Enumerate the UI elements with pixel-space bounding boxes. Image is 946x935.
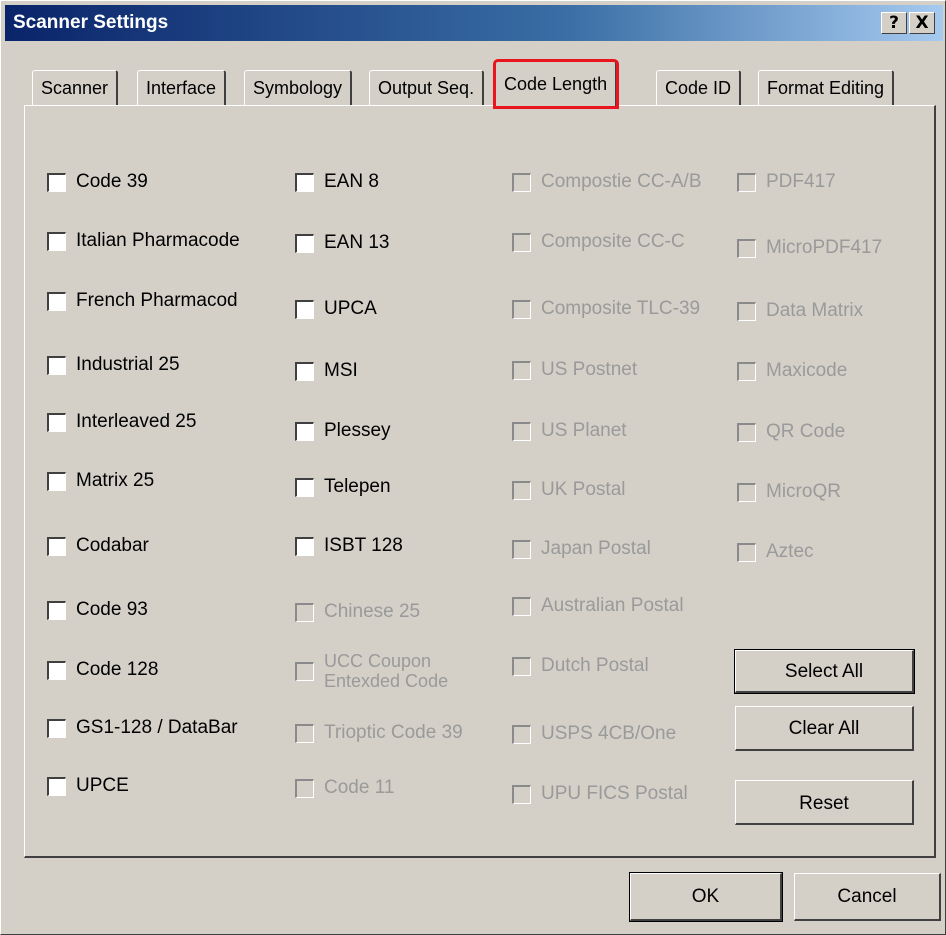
tab-format-editing[interactable]: Format Editing — [758, 70, 895, 106]
checkbox-box[interactable] — [737, 542, 756, 562]
checkbox-box[interactable] — [47, 536, 66, 556]
checkbox-industrial-25[interactable]: Industrial 25 — [47, 354, 180, 376]
tab-symbology[interactable]: Symbology — [244, 70, 353, 106]
help-button[interactable]: ? — [881, 12, 907, 34]
checkbox-box[interactable] — [47, 776, 66, 796]
checkbox-msi[interactable]: MSI — [295, 360, 358, 382]
checkbox-microqr[interactable]: MicroQR — [737, 481, 841, 503]
checkbox-box[interactable] — [737, 361, 756, 381]
scanner-settings-dialog: Scanner Settings ? X Scanner Interface S… — [0, 0, 946, 935]
checkbox-box[interactable] — [47, 231, 66, 251]
checkbox-box[interactable] — [295, 172, 314, 192]
checkbox-upca[interactable]: UPCA — [295, 298, 377, 320]
checkbox-plessey[interactable]: Plessey — [295, 420, 391, 442]
checkbox-gs1-128-databar[interactable]: GS1-128 / DataBar — [47, 717, 238, 739]
clear-all-button[interactable]: Clear All — [735, 706, 914, 751]
checkbox-french-pharmacod[interactable]: French Pharmacod — [47, 290, 238, 312]
checkbox-box[interactable] — [512, 656, 531, 676]
checkbox-box[interactable] — [47, 718, 66, 738]
checkbox-code-93[interactable]: Code 93 — [47, 599, 148, 621]
checkbox-box[interactable] — [47, 355, 66, 375]
checkbox-uk-postal[interactable]: UK Postal — [512, 479, 625, 501]
checkbox-composite-cc-c[interactable]: Composite CC-C — [512, 231, 685, 253]
checkbox-maxicode[interactable]: Maxicode — [737, 360, 847, 382]
checkbox-box[interactable] — [512, 299, 531, 319]
checkbox-pdf417[interactable]: PDF417 — [737, 171, 836, 193]
cancel-button[interactable]: Cancel — [794, 873, 941, 921]
checkbox-box[interactable] — [47, 471, 66, 491]
tab-scanner[interactable]: Scanner — [32, 70, 119, 106]
checkbox-code-39[interactable]: Code 39 — [47, 171, 148, 193]
checkbox-box[interactable] — [295, 661, 314, 681]
checkbox-isbt-128[interactable]: ISBT 128 — [295, 535, 403, 557]
checkbox-box[interactable] — [47, 600, 66, 620]
checkbox-box[interactable] — [512, 232, 531, 252]
checkbox-box[interactable] — [295, 299, 314, 319]
checkbox-box[interactable] — [512, 539, 531, 559]
checkbox-us-planet[interactable]: US Planet — [512, 420, 627, 442]
checkbox-interleaved-25[interactable]: Interleaved 25 — [47, 411, 196, 433]
checkbox-telepen[interactable]: Telepen — [295, 476, 391, 498]
checkbox-japan-postal[interactable]: Japan Postal — [512, 538, 651, 560]
ok-button[interactable]: OK — [629, 872, 783, 922]
checkbox-box[interactable] — [295, 421, 314, 441]
checkbox-data-matrix[interactable]: Data Matrix — [737, 300, 863, 322]
close-button[interactable]: X — [909, 12, 935, 34]
checkbox-box[interactable] — [47, 291, 66, 311]
checkbox-upu-fics-postal[interactable]: UPU FICS Postal — [512, 783, 688, 805]
checkbox-box[interactable] — [512, 724, 531, 744]
checkbox-usps-4cb-one[interactable]: USPS 4CB/One — [512, 723, 676, 745]
checkbox-chinese-25[interactable]: Chinese 25 — [295, 601, 420, 623]
checkbox-box[interactable] — [295, 233, 314, 253]
checkbox-box[interactable] — [295, 778, 314, 798]
checkbox-box[interactable] — [512, 172, 531, 192]
checkbox-composite-cc-ab[interactable]: Compostie CC-A/B — [512, 171, 702, 193]
checkbox-box[interactable] — [737, 172, 756, 192]
checkbox-us-postnet[interactable]: US Postnet — [512, 359, 637, 381]
checkbox-box[interactable] — [737, 422, 756, 442]
tab-code-id[interactable]: Code ID — [656, 70, 742, 106]
checkbox-box[interactable] — [47, 660, 66, 680]
window-title: Scanner Settings — [13, 12, 169, 33]
checkbox-codabar[interactable]: Codabar — [47, 535, 149, 557]
checkbox-italian-pharmacode[interactable]: Italian Pharmacode — [47, 230, 240, 252]
checkbox-box[interactable] — [512, 784, 531, 804]
checkbox-box[interactable] — [737, 482, 756, 502]
checkbox-australian-postal[interactable]: Australian Postal — [512, 595, 684, 617]
checkbox-composite-tlc-39[interactable]: Composite TLC-39 — [512, 298, 700, 320]
checkbox-trioptic-code-39[interactable]: Trioptic Code 39 — [295, 722, 463, 744]
title-bar[interactable]: Scanner Settings ? X — [5, 5, 943, 41]
checkbox-ucc-coupon-extended-code[interactable]: UCC Coupon Entexded Code — [295, 651, 448, 691]
checkbox-ean-8[interactable]: EAN 8 — [295, 171, 379, 193]
checkbox-box[interactable] — [295, 477, 314, 497]
checkbox-upce[interactable]: UPCE — [47, 775, 129, 797]
checkbox-box[interactable] — [512, 421, 531, 441]
checkbox-box[interactable] — [512, 360, 531, 380]
checkbox-box[interactable] — [295, 536, 314, 556]
checkbox-code-11[interactable]: Code 11 — [295, 777, 394, 799]
checkbox-code-128[interactable]: Code 128 — [47, 659, 158, 681]
checkbox-micropdf417[interactable]: MicroPDF417 — [737, 237, 882, 259]
checkbox-box[interactable] — [295, 602, 314, 622]
checkbox-ean-13[interactable]: EAN 13 — [295, 232, 389, 254]
checkbox-box[interactable] — [737, 238, 756, 258]
checkbox-dutch-postal[interactable]: Dutch Postal — [512, 655, 649, 677]
checkbox-box[interactable] — [47, 412, 66, 432]
tab-interface[interactable]: Interface — [137, 70, 227, 106]
checkbox-box[interactable] — [512, 480, 531, 500]
checkbox-matrix-25[interactable]: Matrix 25 — [47, 470, 154, 492]
tab-code-length[interactable]: Code Length — [492, 59, 620, 109]
checkbox-aztec[interactable]: Aztec — [737, 541, 814, 563]
checkbox-box[interactable] — [47, 172, 66, 192]
checkbox-box[interactable] — [737, 301, 756, 321]
checkbox-box[interactable] — [295, 723, 314, 743]
checkbox-box[interactable] — [512, 596, 531, 616]
reset-button[interactable]: Reset — [735, 780, 914, 825]
checkbox-qr-code[interactable]: QR Code — [737, 421, 845, 443]
tab-output-seq[interactable]: Output Seq. — [369, 70, 485, 106]
checkbox-box[interactable] — [295, 361, 314, 381]
select-all-button[interactable]: Select All — [734, 649, 915, 694]
